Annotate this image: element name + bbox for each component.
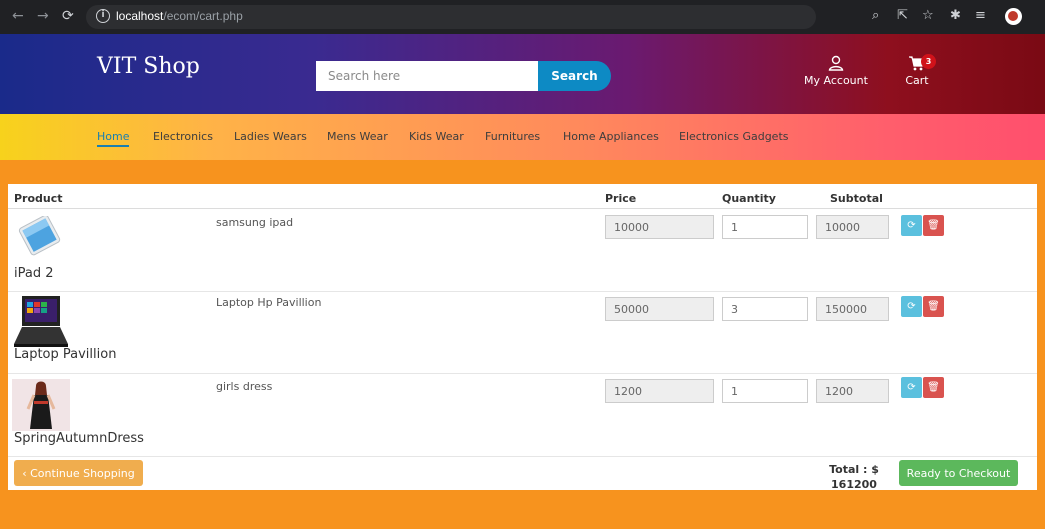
url-text: localhost/ecom/cart.php xyxy=(116,9,243,23)
star-icon[interactable]: ☆ xyxy=(922,8,934,23)
quantity-input[interactable] xyxy=(722,379,808,403)
product-name[interactable]: SpringAutumnDress xyxy=(14,431,144,446)
extensions-icon[interactable]: ✱ xyxy=(950,8,961,23)
refresh-icon: ⟳ xyxy=(907,301,916,312)
my-account-link[interactable]: My Account xyxy=(800,54,872,87)
nav-electronics[interactable]: Electronics xyxy=(153,130,213,143)
cart-count-badge: 3 xyxy=(921,54,936,69)
quantity-input[interactable] xyxy=(722,215,808,239)
laptop-product-image[interactable] xyxy=(12,294,70,348)
search-input[interactable] xyxy=(316,61,538,91)
forward-icon[interactable]: → xyxy=(37,8,49,24)
address-bar[interactable]: i localhost/ecom/cart.php xyxy=(86,5,816,29)
cart-table: Product Price Quantity Subtotal iPad 2 s… xyxy=(8,184,1037,492)
quantity-input[interactable] xyxy=(722,297,808,321)
user-icon xyxy=(828,55,844,71)
price-field xyxy=(605,297,714,321)
product-name[interactable]: iPad 2 xyxy=(14,266,54,281)
column-quantity: Quantity xyxy=(722,192,776,205)
profile-avatar-icon[interactable] xyxy=(1005,8,1022,25)
zoom-icon[interactable]: ⌕ xyxy=(872,8,879,23)
update-button[interactable]: ⟳ xyxy=(901,377,922,398)
info-icon[interactable]: i xyxy=(96,9,110,23)
share-icon[interactable]: ⇱ xyxy=(897,8,908,23)
refresh-icon: ⟳ xyxy=(907,220,916,231)
trash-icon: 🗑 xyxy=(927,301,940,312)
nav-kids-wear[interactable]: Kids Wear xyxy=(409,130,464,143)
column-product: Product xyxy=(14,192,63,205)
delete-button[interactable]: 🗑 xyxy=(923,296,944,317)
update-button[interactable]: ⟳ xyxy=(901,296,922,317)
column-subtotal: Subtotal xyxy=(830,192,883,205)
refresh-icon: ⟳ xyxy=(907,382,916,393)
price-field xyxy=(605,215,714,239)
checkout-button[interactable]: Ready to Checkout xyxy=(899,460,1018,486)
category-nav: Home Electronics Ladies Wears Mens Wear … xyxy=(0,114,1045,160)
update-button[interactable]: ⟳ xyxy=(901,215,922,236)
brand-logo[interactable]: VIT Shop xyxy=(97,54,200,79)
price-field xyxy=(605,379,714,403)
dress-product-image[interactable] xyxy=(12,379,70,431)
nav-home[interactable]: Home xyxy=(97,130,130,147)
product-description: samsung ipad xyxy=(216,216,294,229)
row-divider xyxy=(8,373,1037,374)
reload-icon[interactable]: ⟳ xyxy=(62,8,74,24)
back-icon[interactable]: ← xyxy=(12,8,24,24)
cart-label: Cart xyxy=(905,74,929,87)
nav-home-appliances[interactable]: Home Appliances xyxy=(563,130,659,143)
ipad-product-image[interactable] xyxy=(12,216,68,256)
delete-button[interactable]: 🗑 xyxy=(923,215,944,236)
product-description: Laptop Hp Pavillion xyxy=(216,296,322,309)
nav-furnitures[interactable]: Furnitures xyxy=(485,130,540,143)
subtotal-field xyxy=(816,297,889,321)
trash-icon: 🗑 xyxy=(927,220,940,231)
delete-button[interactable]: 🗑 xyxy=(923,377,944,398)
total-label: Total : $ xyxy=(829,463,879,476)
nav-electronics-gadgets[interactable]: Electronics Gadgets xyxy=(679,130,789,143)
product-name[interactable]: Laptop Pavillion xyxy=(14,347,116,362)
subtotal-field xyxy=(816,379,889,403)
nav-ladies-wears[interactable]: Ladies Wears xyxy=(234,130,307,143)
header-divider xyxy=(8,208,1037,209)
search-button[interactable]: Search xyxy=(538,61,611,91)
my-account-label: My Account xyxy=(804,74,868,87)
trash-icon: 🗑 xyxy=(927,382,940,393)
cart-total: Total : $ 161200 xyxy=(814,462,894,492)
row-divider xyxy=(8,291,1037,292)
site-header: VIT Shop Search My Account Cart 3 xyxy=(0,34,1045,114)
nav-mens-wear[interactable]: Mens Wear xyxy=(327,130,388,143)
reading-list-icon[interactable]: ≡ xyxy=(975,8,986,23)
row-divider xyxy=(8,456,1037,457)
continue-shopping-button[interactable]: ‹ Continue Shopping xyxy=(14,460,143,486)
column-price: Price xyxy=(605,192,637,205)
product-description: girls dress xyxy=(216,380,273,393)
browser-toolbar: ← → ⟳ i localhost/ecom/cart.php ⌕ ⇱ ☆ ✱ … xyxy=(0,0,1045,34)
subtotal-field xyxy=(816,215,889,239)
total-value: 161200 xyxy=(831,478,877,491)
cart-link[interactable]: Cart 3 xyxy=(897,54,937,87)
